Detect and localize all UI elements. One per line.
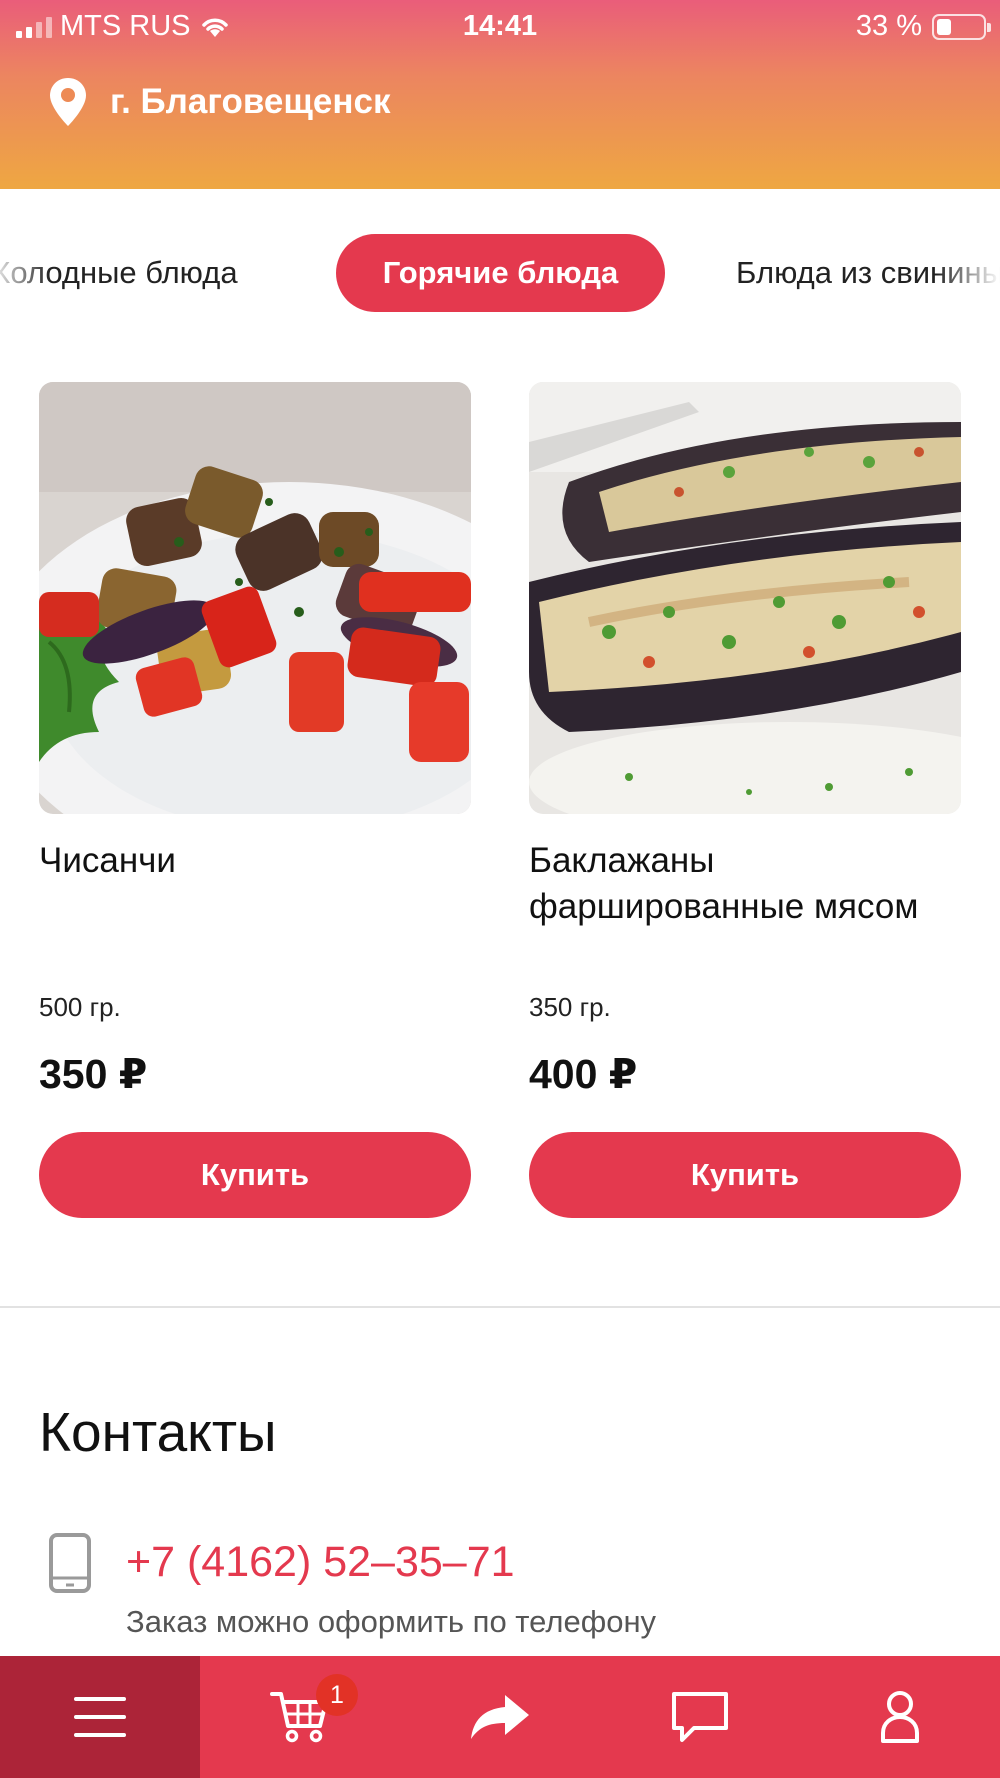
status-bar: MTS RUS 14:41 33 % <box>0 0 1000 52</box>
share-icon <box>471 1695 529 1739</box>
clock: 14:41 <box>462 10 538 42</box>
product-card: Баклажаны фаршированные мясом 350 гр. 40… <box>529 382 961 1218</box>
bottom-navigation <box>0 1656 1000 1778</box>
mobile-phone-icon <box>49 1533 91 1593</box>
section-divider <box>0 1306 1000 1308</box>
product-price: 400 ₽ <box>529 1051 638 1097</box>
nav-share[interactable] <box>400 1656 600 1778</box>
nav-profile[interactable] <box>800 1656 1000 1778</box>
tab-cold-dishes[interactable]: Холодные блюда <box>0 234 238 312</box>
product-name[interactable]: Баклажаны фаршированные мясом <box>529 838 961 930</box>
tab-hot-dishes[interactable]: Горячие блюда <box>336 234 665 312</box>
nav-menu[interactable] <box>0 1656 200 1778</box>
product-price: 350 ₽ <box>39 1051 148 1097</box>
nav-cart[interactable] <box>200 1656 400 1778</box>
product-image[interactable] <box>39 382 471 814</box>
product-card: Чисанчи 500 гр. 350 ₽ Купить <box>39 382 471 1218</box>
buy-button[interactable]: Купить <box>39 1132 471 1218</box>
location-pin-icon <box>50 78 86 126</box>
phone-number[interactable]: +7 (4162) 52–35–71 <box>126 1538 515 1587</box>
category-tabs: Холодные блюда Горячие блюда Блюда из св… <box>0 234 1000 314</box>
menu-icon <box>74 1697 126 1737</box>
header: MTS RUS 14:41 33 % г. Благовещенск <box>0 0 1000 189</box>
phone-note: Заказ можно оформить по телефону <box>126 1604 657 1639</box>
nav-chat[interactable] <box>600 1656 800 1778</box>
city-name: г. Благовещенск <box>110 82 391 121</box>
phone-contact[interactable]: +7 (4162) 52–35–71 Заказ можно оформить … <box>48 1532 948 1642</box>
product-weight: 350 гр. <box>529 992 611 1022</box>
status-right: 33 % <box>855 10 991 43</box>
profile-icon <box>881 1691 919 1743</box>
tab-pork-dishes[interactable]: Блюда из свинины <box>736 234 1000 312</box>
cart-badge: 1 <box>316 1674 358 1716</box>
product-image[interactable] <box>529 382 961 814</box>
contacts-heading: Контакты <box>39 1401 277 1463</box>
product-name[interactable]: Чисанчи <box>39 838 471 884</box>
battery-icon <box>932 13 991 40</box>
buy-button[interactable]: Купить <box>529 1132 961 1218</box>
city-selector[interactable]: г. Благовещенск <box>48 76 391 128</box>
chat-icon <box>672 1692 728 1742</box>
battery-percent: 33 % <box>855 10 922 42</box>
product-weight: 500 гр. <box>39 992 121 1022</box>
